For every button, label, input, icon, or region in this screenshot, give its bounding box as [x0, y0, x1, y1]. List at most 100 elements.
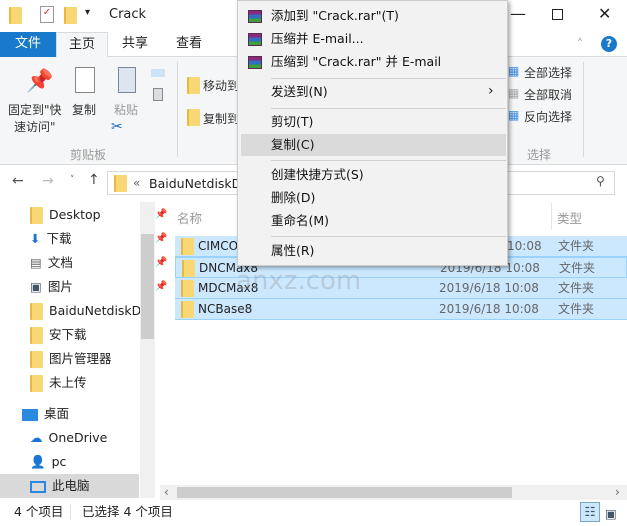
- folder-icon: [114, 175, 127, 192]
- folder-icon: [182, 260, 195, 277]
- menu-item-delete[interactable]: 删除(D): [271, 187, 315, 209]
- folder-icon: [30, 375, 43, 392]
- menu-item-send-to[interactable]: 发送到(N): [271, 81, 328, 103]
- help-icon[interactable]: ?: [601, 36, 617, 52]
- nav-label: Desktop: [49, 207, 101, 222]
- recent-locations-button[interactable]: ˅: [70, 175, 75, 185]
- menu-item-rename[interactable]: 重命名(M): [271, 210, 329, 232]
- nav-label: 图片管理器: [49, 351, 112, 366]
- tab-share[interactable]: 共享: [110, 32, 160, 57]
- cut-icon[interactable]: ✂: [111, 119, 123, 135]
- tab-home[interactable]: 主页: [56, 32, 109, 57]
- pin-icon: 📌: [155, 209, 168, 220]
- scrollbar-thumb[interactable]: [141, 234, 154, 339]
- file-type: 文件夹: [558, 302, 595, 316]
- menu-item-compress-to-email[interactable]: 压缩到 "Crack.rar" 并 E-mail: [271, 51, 441, 73]
- nav-label: OneDrive: [48, 430, 108, 445]
- address-overflow[interactable]: «: [133, 176, 140, 190]
- invert-selection-icon: ▦: [508, 108, 520, 122]
- nav-scrollbar[interactable]: [140, 202, 155, 498]
- pin-icon: 📌: [155, 257, 168, 268]
- maximize-button[interactable]: [552, 9, 563, 20]
- column-header-name[interactable]: 名称: [177, 208, 202, 227]
- computer-icon: [30, 480, 46, 493]
- copy-to-icon: [187, 109, 200, 126]
- folder-icon: [30, 303, 43, 320]
- nav-item-folder[interactable]: 图片管理器: [30, 347, 145, 371]
- back-button[interactable]: ←: [12, 173, 24, 189]
- menu-item-compress-email[interactable]: 压缩并 E-mail...: [271, 28, 364, 50]
- menu-item-properties[interactable]: 属性(R): [271, 240, 314, 262]
- nav-item-this-pc[interactable]: 此电脑: [0, 474, 139, 498]
- folder-icon: [30, 207, 43, 224]
- select-group-label: 选择: [527, 148, 552, 162]
- select-all-button[interactable]: 全部选择: [524, 64, 572, 81]
- nav-item-folder[interactable]: 未上传: [30, 371, 145, 395]
- copy-to-button[interactable]: 复制到: [203, 110, 239, 127]
- column-header-type[interactable]: 类型: [557, 208, 582, 227]
- nav-label: 下载: [46, 231, 72, 246]
- menu-item-create-shortcut[interactable]: 创建快捷方式(S): [271, 164, 364, 186]
- customize-toolbar-icon[interactable]: ▾: [85, 7, 90, 18]
- nav-item-desktop-cn[interactable]: 桌面: [22, 402, 137, 426]
- copy-button[interactable]: 复制: [72, 101, 96, 118]
- paste-button[interactable]: 粘贴: [114, 101, 138, 118]
- menu-separator: [271, 160, 506, 161]
- folder-icon: [181, 301, 194, 318]
- nav-item-downloads[interactable]: ⬇ 下载 📌: [30, 227, 167, 251]
- menu-item-add-to-archive[interactable]: 添加到 "Crack.rar"(T): [271, 5, 399, 27]
- minimize-button[interactable]: —: [510, 4, 526, 23]
- folder-icon: [30, 327, 43, 344]
- horizontal-scrollbar[interactable]: ‹ ›: [160, 485, 627, 500]
- scroll-right-icon[interactable]: ›: [615, 485, 620, 499]
- large-icons-view-button[interactable]: ▣: [605, 502, 617, 526]
- nav-item-user[interactable]: 👤 pc: [30, 450, 145, 474]
- tab-file[interactable]: 文件: [0, 32, 56, 57]
- menu-item-copy[interactable]: 复制(C): [271, 134, 314, 156]
- pin-quick-access-label: 速访问": [14, 120, 56, 134]
- search-icon[interactable]: ⚲: [596, 174, 605, 188]
- menu-item-cut[interactable]: 剪切(T): [271, 111, 313, 133]
- winrar-icon: [248, 10, 262, 23]
- nav-item-folder[interactable]: BaiduNetdiskD: [30, 299, 145, 323]
- address-path[interactable]: BaiduNetdiskD: [149, 176, 241, 191]
- new-folder-icon[interactable]: [64, 7, 77, 24]
- file-date: 2019/6/18 10:08: [439, 281, 539, 295]
- nav-item-folder[interactable]: 安下载: [30, 323, 145, 347]
- pin-quick-access-button[interactable]: 固定到"快: [8, 101, 62, 118]
- file-row[interactable]: NCBase8 2019/6/18 10:08 文件夹: [175, 299, 627, 320]
- nav-item-onedrive[interactable]: ☁ OneDrive: [30, 426, 145, 450]
- pin-icon: 📌: [155, 281, 168, 292]
- collapse-ribbon-icon[interactable]: ˄: [577, 37, 583, 51]
- move-to-button[interactable]: 移动到: [203, 77, 239, 94]
- select-none-button[interactable]: 全部取消: [524, 86, 572, 103]
- forward-button[interactable]: →: [42, 173, 54, 189]
- file-name: NCBase8: [198, 302, 253, 316]
- close-button[interactable]: ✕: [598, 4, 611, 23]
- menu-separator: [271, 78, 506, 79]
- folder-icon: [181, 280, 194, 297]
- details-view-button[interactable]: ☷: [580, 502, 600, 522]
- nav-item-desktop[interactable]: Desktop 📌: [30, 203, 167, 227]
- navigation-pane: Desktop 📌 ⬇ 下载 📌 ▤ 文档 📌 ▣ 图片 📌 BaiduNetdiskD 安下…: [0, 202, 167, 498]
- nav-item-documents[interactable]: ▤ 文档 📌: [30, 251, 167, 275]
- select-all-icon: ▦: [508, 64, 520, 78]
- user-icon: 👤: [30, 454, 46, 469]
- nav-label: 图片: [47, 279, 73, 294]
- paste-shortcut-icon[interactable]: [153, 88, 163, 101]
- invert-selection-button[interactable]: 反向选择: [524, 108, 572, 125]
- up-button[interactable]: ↑: [88, 172, 100, 188]
- scroll-left-icon[interactable]: ‹: [164, 485, 169, 499]
- tab-view[interactable]: 查看: [164, 32, 214, 57]
- folder-icon: [30, 351, 43, 368]
- submenu-arrow-icon: ›: [488, 83, 494, 99]
- nav-item-pictures[interactable]: ▣ 图片 📌: [30, 275, 167, 299]
- properties-icon[interactable]: ✓: [40, 6, 54, 23]
- scrollbar-thumb[interactable]: [177, 487, 512, 498]
- file-type: 文件夹: [559, 261, 596, 275]
- context-menu: 添加到 "Crack.rar"(T) 压缩并 E-mail... 压缩到 "Cr…: [237, 0, 508, 266]
- menu-separator: [271, 236, 506, 237]
- pin-icon: 📌: [26, 69, 54, 94]
- copy-path-icon[interactable]: [151, 69, 165, 77]
- document-icon: ▤: [30, 255, 42, 270]
